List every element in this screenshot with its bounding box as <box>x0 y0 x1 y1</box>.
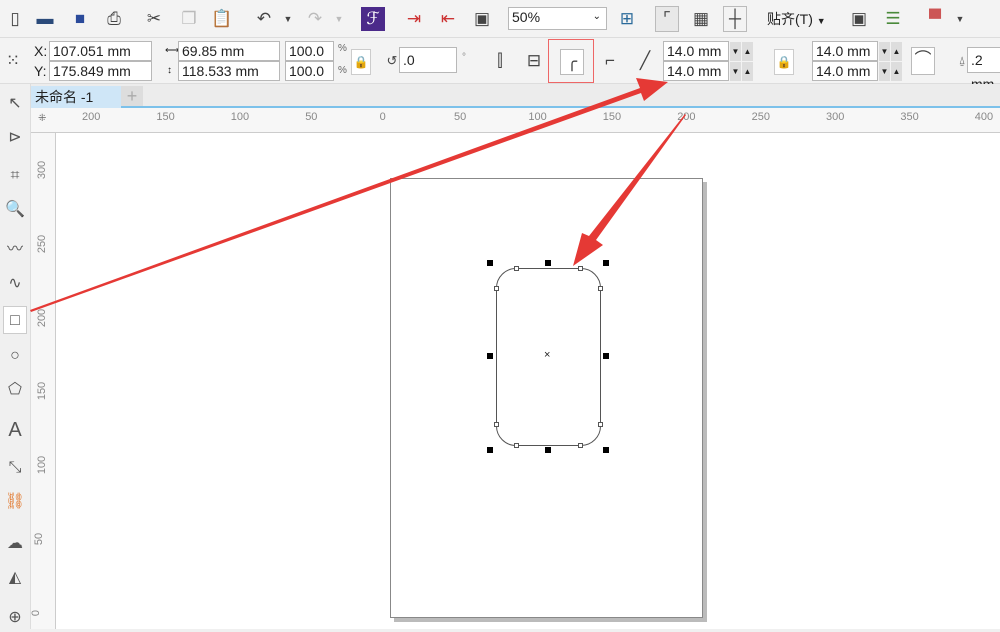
arrow-to-corner-field <box>30 78 668 312</box>
annotation-arrows <box>30 78 686 312</box>
arrow-to-rectangle-corner <box>573 114 686 266</box>
